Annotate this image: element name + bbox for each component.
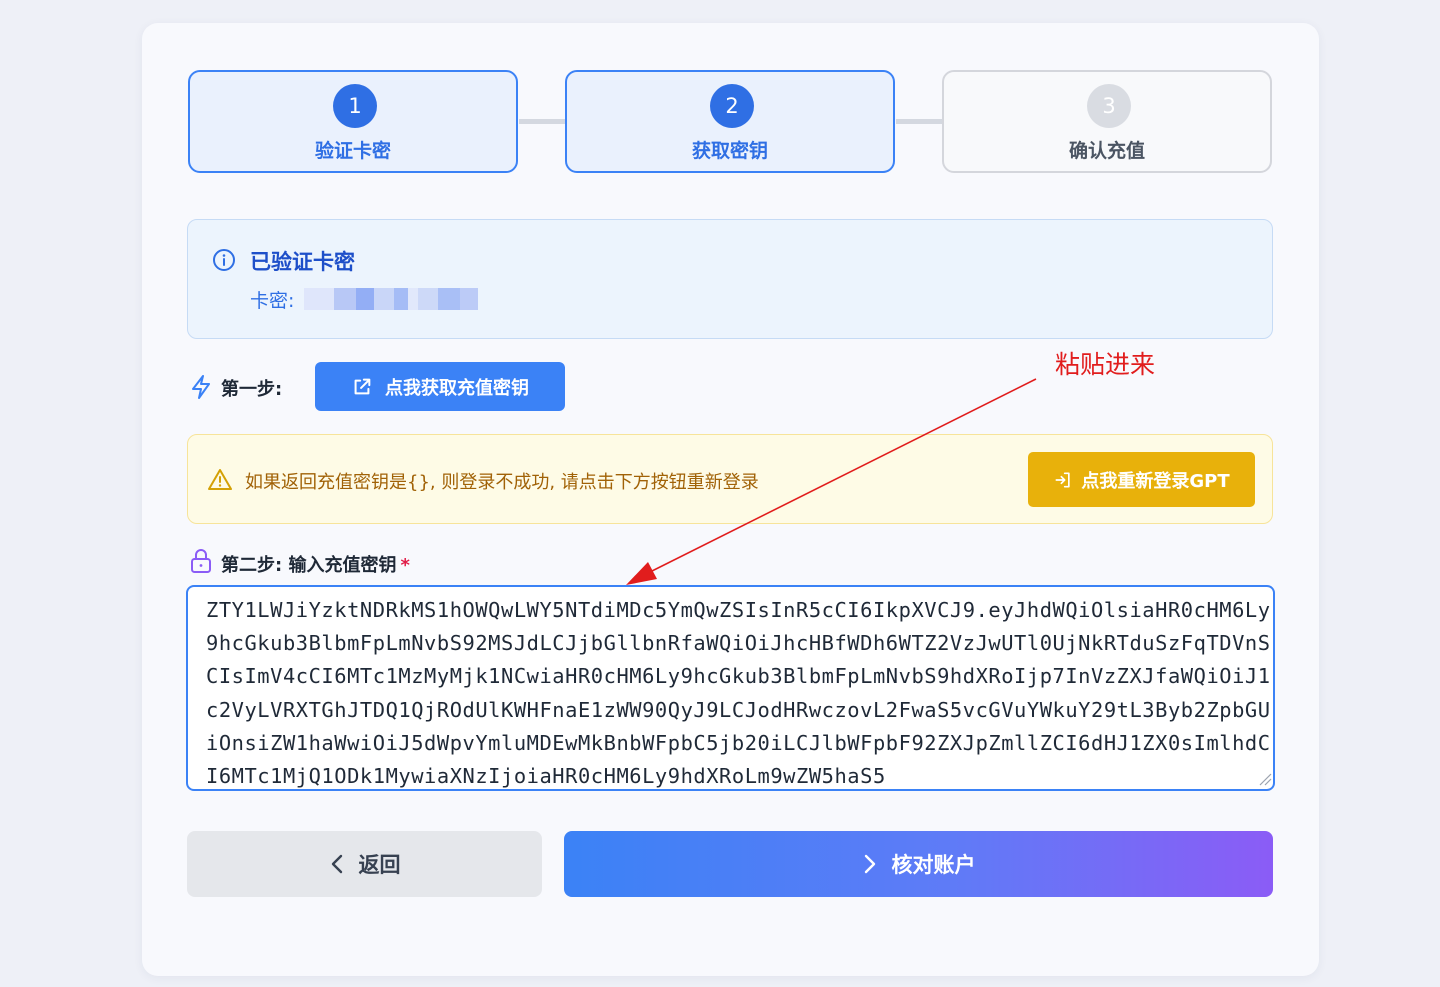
login-icon	[1055, 472, 1071, 487]
token-line: CIsImV4cCI6MTc1MzMyMjk1NCwiaHR0cHM6Ly9hc…	[206, 664, 1271, 689]
verify-account-button[interactable]: 核对账户	[564, 831, 1273, 897]
step-label: 确认充值	[1068, 140, 1145, 162]
step-number: 1	[333, 84, 377, 128]
token-line: c2VyLVRXTGhJTDQ1QjROdUlKWHFnaE1zWW90QyJ9…	[206, 697, 1271, 722]
step1-row: 第一步: 点我获取充值密钥	[189, 362, 789, 412]
step-1: 1 验证卡密	[188, 70, 518, 173]
card-code-line: 卡密:	[250, 286, 479, 315]
lock-icon	[191, 549, 211, 573]
step2-row: 第二步: 输入充值密钥 *	[189, 548, 589, 576]
get-recharge-key-button[interactable]: 点我获取充值密钥	[315, 362, 565, 411]
step-3: 3 确认充值	[942, 70, 1272, 173]
token-line: 9hcGkub3BlbmFpLmNvbS92MSJdLCJjbGllbnRfaW…	[206, 631, 1271, 656]
back-button[interactable]: 返回	[187, 831, 542, 897]
relogin-gpt-label: 点我重新登录GPT	[1081, 470, 1230, 492]
back-label: 返回	[358, 853, 401, 877]
warning-text: 如果返回充值密钥是{}, 则登录不成功, 请点击下方按钮重新登录	[245, 472, 759, 493]
redacted-card-code	[304, 288, 479, 315]
required-mark: *	[400, 555, 410, 576]
get-recharge-key-label: 点我获取充值密钥	[385, 377, 529, 399]
resize-handle-icon[interactable]	[1258, 772, 1272, 786]
step-connector	[519, 119, 565, 124]
chevron-left-icon	[331, 854, 342, 874]
external-link-icon	[354, 378, 371, 394]
verify-account-label: 核对账户	[891, 853, 976, 877]
step-connector	[896, 119, 942, 124]
recharge-key-textarea[interactable]: ZTY1LWJiYzktNDRkMS1hOWQwLWY5NTdiMDc5YmQw…	[186, 585, 1275, 791]
token-line: ZTY1LWJiYzktNDRkMS1hOWQwLWY5NTdiMDc5YmQw…	[206, 598, 1271, 622]
warning-icon	[208, 469, 232, 490]
step-label: 获取密钥	[691, 140, 768, 162]
warning-box: 如果返回充值密钥是{}, 则登录不成功, 请点击下方按钮重新登录 点我重新登录G…	[187, 434, 1273, 524]
info-icon	[213, 249, 235, 271]
card-code-label: 卡密:	[250, 290, 295, 312]
lightning-icon	[192, 375, 210, 399]
verified-card-box: 已验证卡密 卡密:	[187, 219, 1273, 339]
token-line: I6MTc1MjQ1ODk1MywiaXNzIjoiaHR0cHM6Ly9hdX…	[206, 764, 886, 789]
step1-label: 第一步:	[221, 379, 283, 400]
step-number: 2	[710, 84, 754, 128]
step-2: 2 获取密钥	[565, 70, 895, 173]
chevron-right-icon	[864, 854, 875, 874]
annotation-text: 粘贴进来	[1055, 350, 1156, 379]
step-label: 验证卡密	[314, 140, 391, 162]
verified-title: 已验证卡密	[250, 250, 355, 274]
token-line: iOnsiZW1haWwiOiJ5dWpvYmluMDEwMkBnbWFpbC5…	[206, 730, 1271, 755]
step2-label-text: 第二步: 输入充值密钥	[221, 555, 397, 576]
step2-label: 第二步: 输入充值密钥 *	[221, 551, 410, 577]
relogin-gpt-button[interactable]: 点我重新登录GPT	[1028, 452, 1255, 507]
step-number: 3	[1087, 84, 1131, 128]
